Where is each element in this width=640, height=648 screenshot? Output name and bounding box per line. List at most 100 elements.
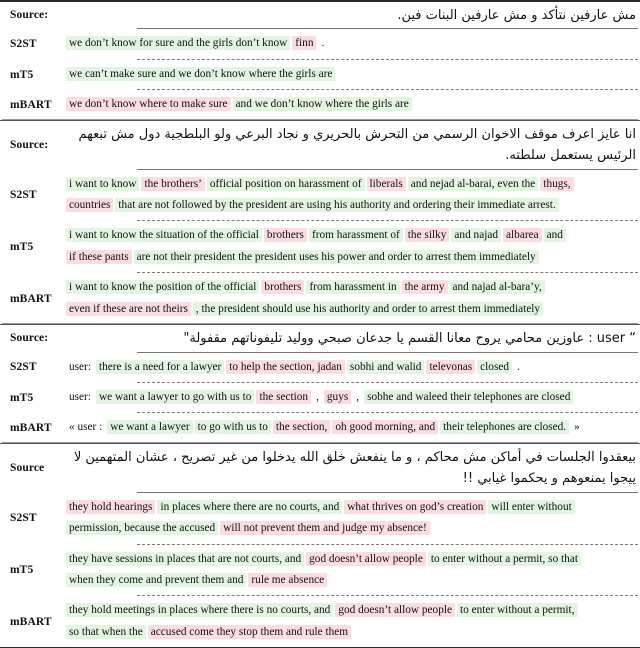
hypothesis-text: they hold hearings in places where there … (60, 493, 640, 544)
error-segment: finn (292, 36, 317, 51)
hypothesis-text: user: there is a need for a lawyer to help… (60, 353, 640, 382)
error-segment: the army (401, 280, 448, 295)
hypothesis-line: permission, because the accused will not … (66, 519, 638, 538)
source-row: Source: “ user : عاوزين محامي يروح معانا … (0, 325, 640, 351)
hypothesis-line: they have sessions in places that are no… (66, 550, 638, 569)
correct-segment: to enter without a permit, (457, 603, 578, 618)
hypothesis-text: they have sessions in places that are no… (60, 545, 640, 596)
source-row: Source: انا عايز اعرف موقف الاخوان الرسمي… (0, 121, 640, 169)
hypothesis-line: even if these are not theirs, the presid… (66, 300, 638, 319)
plain-segment: . (321, 37, 325, 50)
error-segment: the silky (404, 228, 450, 243)
plain-segment: . (517, 360, 520, 373)
hypothesis-row: mBART we don’t know where to make sure and… (0, 90, 640, 119)
correct-segment: we can’t make sure and we don’t know whe… (66, 66, 336, 81)
correct-segment: they hold meetings in places where there… (66, 603, 334, 618)
hypothesis-line: we don’t know for sure and the girls don… (66, 34, 638, 53)
source-text: “ user : عاوزين محامي يروح معانا القسم ي… (183, 331, 636, 347)
error-segment: countries (66, 198, 114, 212)
error-segment: brothers (261, 280, 305, 295)
error-segment: accused come they stop them and rule the… (147, 624, 352, 639)
correct-segment: from harassment in (306, 280, 400, 295)
correct-segment: and we don’t know where the girls are (232, 97, 412, 112)
hypothesis-row: mBART i want to know the position of the … (0, 273, 640, 324)
source-label: Source: (10, 332, 49, 345)
hypothesis-text: i want to know the situation of the offi… (60, 221, 640, 272)
source-label: Source: (10, 138, 49, 151)
hypothesis-row: mT5 i want to know the situation of the o… (0, 221, 640, 272)
error-segment: will not prevent them and judge my absen… (220, 521, 430, 536)
error-segment: brothers (263, 228, 307, 243)
hypothesis-line: we can’t make sure and we don’t know whe… (66, 65, 638, 84)
model-label: S2ST (10, 38, 37, 51)
plain-segment: , (316, 390, 319, 403)
error-segment: god doesn’t allow people (306, 551, 426, 566)
correct-segment: to go with us to (194, 420, 271, 435)
correct-segment: sobhi and walid (346, 359, 425, 374)
hypothesis-row: S2ST i want to know the brothers’ official … (0, 170, 640, 221)
correct-segment: that are not followed by the president a… (115, 198, 559, 212)
model-label: mT5 (10, 240, 34, 253)
correct-segment: and (543, 228, 566, 243)
error-segment: they hold hearings (66, 499, 156, 514)
example-section: Source: مش عارفين نتأكد و مش عارفين البنا… (0, 2, 640, 120)
hypothesis-line: they hold hearings in places where there … (66, 498, 638, 517)
hypothesis-row: mBART « user : we want a lawyer to go with … (0, 413, 640, 442)
hypothesis-row: mBART they hold meetings in places where … (0, 596, 640, 647)
correct-segment: from harassment of (308, 228, 403, 243)
hypothesis-row: S2ST user: there is a need for a lawyer to … (0, 353, 640, 382)
hypothesis-row: mT5 we can’t make sure and we don’t know … (0, 60, 640, 89)
hypothesis-line: countries that are not followed by the pr… (66, 196, 638, 215)
correct-segment: their telephones are closed. (440, 420, 570, 435)
hypothesis-line: when they come and prevent them and rule … (66, 571, 638, 590)
correct-segment: so that when the (66, 624, 146, 639)
hypothesis-row: S2ST we don’t know for sure and the girls… (0, 29, 640, 58)
correct-segment: we don’t know for sure and the girls don… (66, 36, 291, 51)
hypothesis-line: we don’t know where to make sure and we d… (66, 95, 638, 114)
model-label: mT5 (10, 391, 34, 404)
correct-segment: are not their president the president us… (133, 249, 539, 264)
error-segment: liberals (366, 176, 406, 191)
hypothesis-line: i want to know the position of the offic… (66, 278, 638, 297)
hypothesis-text: we can’t make sure and we don’t know whe… (60, 60, 640, 89)
example-section: Source: انا عايز اعرف موقف الاخوان الرسمي… (0, 119, 640, 324)
error-segment: rule me absence (248, 572, 328, 587)
hypothesis-text: they hold meetings in places where there… (60, 596, 640, 647)
model-label: mBART (10, 615, 52, 628)
correct-segment: and najad al-bara’y, (449, 280, 545, 295)
error-segment: televonas (426, 359, 476, 374)
error-segment: if these pants (66, 249, 132, 264)
correct-segment: sobhe and waleed their telephones are cl… (364, 389, 574, 404)
source-label: Source (10, 461, 45, 474)
source-text: بيعقدوا الجلسات في أماكن مش محاكم ، و ما… (73, 449, 636, 487)
source-row: Source بيعقدوا الجلسات في أماكن مش محاكم … (0, 444, 640, 492)
correct-segment: permission, because the accused (66, 521, 219, 536)
correct-segment: i want to know the position of the offic… (66, 280, 260, 295)
model-label: mT5 (10, 68, 34, 81)
hypothesis-text: user: we want a lawyer to go with us to th… (60, 383, 640, 412)
example-section: Source بيعقدوا الجلسات في أماكن مش محاكم … (0, 442, 640, 647)
model-label: mBART (10, 98, 52, 111)
hypothesis-text: we don’t know where to make sure and we d… (60, 90, 640, 119)
plain-segment: user: (69, 360, 91, 373)
hypothesis-text: i want to know the position of the offic… (60, 273, 640, 324)
correct-segment: , the president should use his authority… (192, 301, 544, 316)
error-segment: the section (256, 389, 312, 404)
hypothesis-line: user: we want a lawyer to go with us to th… (66, 388, 638, 407)
hypothesis-text: « user : we want a lawyer to go with us to… (60, 413, 640, 442)
correct-segment: and najad (451, 228, 502, 243)
model-label: S2ST (10, 361, 37, 374)
hypothesis-row: mT5 user: we want a lawyer to go with us t… (0, 383, 640, 412)
error-segment: the section, (272, 420, 331, 435)
example-section: Source: “ user : عاوزين محامي يروح معانا … (0, 324, 640, 443)
plain-segment: user: (69, 390, 91, 403)
correct-segment: there is a need for a lawyer (95, 359, 225, 374)
hypothesis-text: i want to know the brothers’ official posi… (60, 170, 640, 221)
correct-segment: official position on harassment of (206, 176, 365, 191)
model-label: mT5 (10, 563, 34, 576)
error-segment: guys (323, 389, 352, 404)
plain-segment: , (356, 390, 360, 403)
correct-segment: and nejad al-barai, even the (407, 176, 539, 191)
error-segment: the brothers’ (141, 176, 205, 191)
hypothesis-line: i want to know the brothers’ official posi… (66, 175, 638, 194)
